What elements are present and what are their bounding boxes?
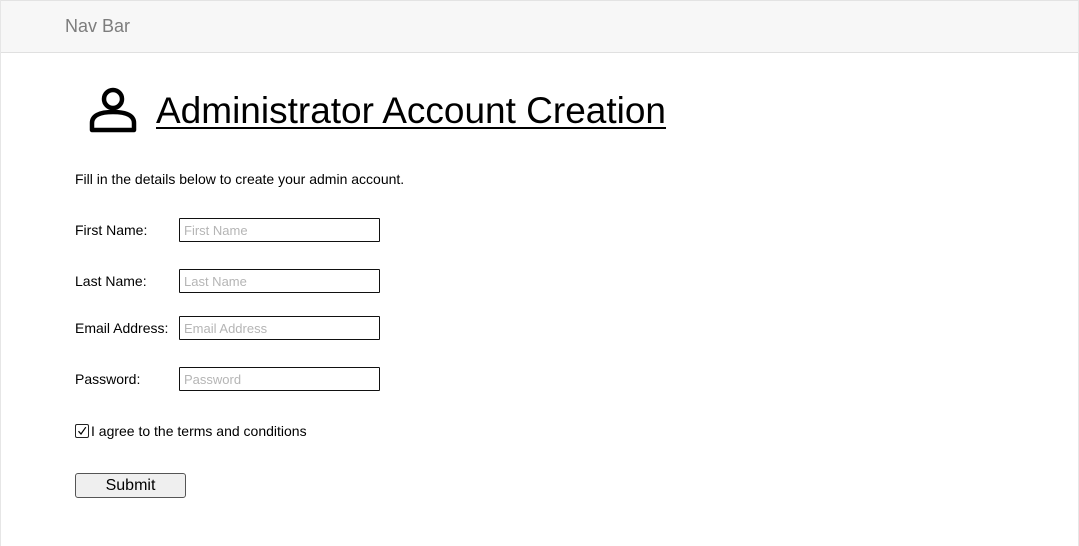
terms-row: I agree to the terms and conditions (75, 423, 307, 439)
last-name-label: Last Name: (75, 273, 147, 289)
first-name-input[interactable] (179, 218, 380, 242)
navbar: Nav Bar (1, 0, 1078, 53)
submit-button[interactable]: Submit (75, 473, 186, 498)
first-name-label: First Name: (75, 222, 148, 238)
navbar-brand[interactable]: Nav Bar (65, 16, 130, 37)
last-name-row: Last Name: (75, 269, 380, 293)
terms-label[interactable]: I agree to the terms and conditions (91, 423, 307, 439)
checkmark-icon (78, 426, 87, 435)
password-input[interactable] (179, 367, 380, 391)
page-title: Administrator Account Creation (156, 89, 667, 131)
terms-checkbox[interactable] (75, 424, 89, 438)
email-row: Email Address: (75, 316, 380, 340)
page-header: Administrator Account Creation (88, 86, 666, 134)
user-icon (89, 87, 137, 133)
first-name-row: First Name: (75, 218, 380, 242)
password-row: Password: (75, 367, 380, 391)
email-input[interactable] (179, 316, 380, 340)
intro-text: Fill in the details below to create your… (75, 171, 405, 187)
email-label: Email Address: (75, 320, 169, 336)
last-name-input[interactable] (179, 269, 380, 293)
page: Nav Bar Administrator Account Creation F… (0, 0, 1079, 546)
password-label: Password: (75, 371, 141, 387)
